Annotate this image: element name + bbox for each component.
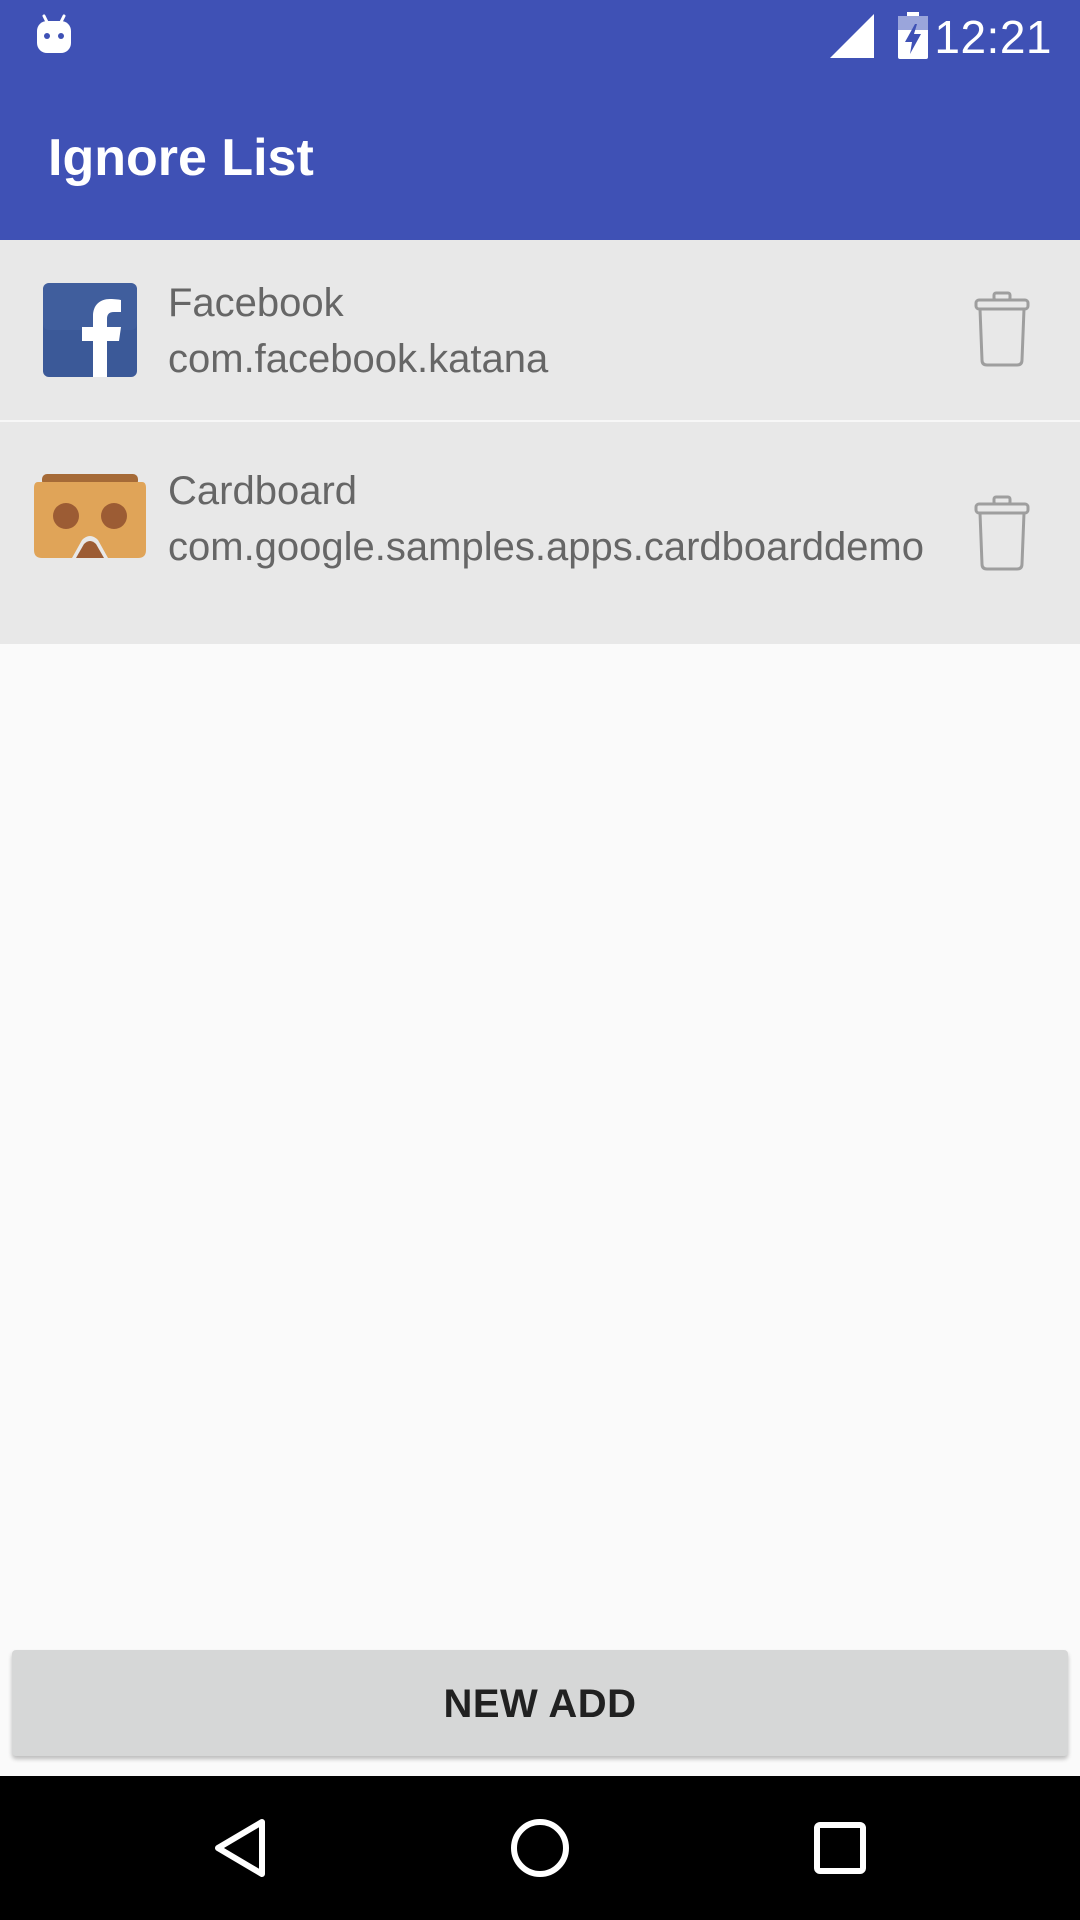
app-package: com.google.samples.apps.cardboarddemo: [168, 525, 924, 569]
list-item[interactable]: Facebook com.facebook.katana: [0, 240, 1080, 422]
app-name: Facebook: [168, 281, 344, 325]
ignore-list: Facebook com.facebook.katana Cardboard c…: [0, 240, 1080, 644]
trash-icon[interactable]: [972, 290, 1032, 368]
signal-icon: [830, 14, 874, 58]
app-package: com.facebook.katana: [168, 337, 549, 381]
trash-icon[interactable]: [972, 494, 1032, 572]
facebook-icon: [43, 283, 137, 377]
app-name: Cardboard: [168, 469, 358, 513]
battery-charging-icon: [898, 12, 928, 59]
list-item[interactable]: Cardboard com.google.samples.apps.cardbo…: [0, 422, 1080, 644]
status-bar: 12:21: [0, 0, 1080, 75]
app-bar: Ignore List: [0, 75, 1080, 240]
app-text: Cardboard com.google.samples.apps.cardbo…: [168, 466, 958, 572]
navigation-bar: [0, 1776, 1080, 1920]
cardboard-icon: [34, 474, 146, 558]
android-notification-icon: [37, 14, 71, 53]
recents-icon[interactable]: [798, 1806, 882, 1890]
page-title: Ignore List: [48, 129, 314, 187]
home-icon[interactable]: [498, 1806, 582, 1890]
back-icon[interactable]: [200, 1806, 284, 1890]
status-time: 12:21: [934, 11, 1052, 63]
new-add-button[interactable]: NEW ADD: [12, 1650, 1068, 1756]
app-text: Facebook com.facebook.katana: [168, 278, 958, 384]
